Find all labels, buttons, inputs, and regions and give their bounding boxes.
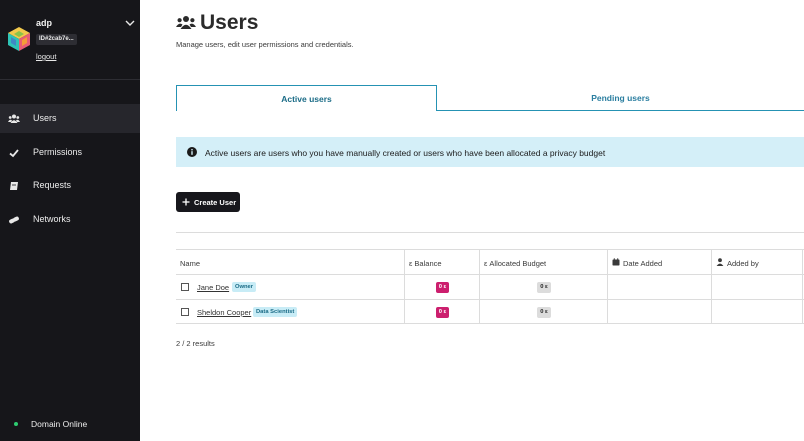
- table-header-row: Name ε Balance ε Allocated Budget Date A…: [176, 249, 804, 274]
- check-icon: [9, 149, 19, 158]
- tab-active-users[interactable]: Active users: [176, 85, 437, 111]
- header-balance[interactable]: ε Balance: [409, 259, 442, 268]
- row-checkbox[interactable]: [181, 283, 189, 291]
- domain-name: adp: [36, 18, 53, 28]
- user-icon: [716, 258, 724, 266]
- row-checkbox[interactable]: [181, 308, 189, 316]
- role-badge: Owner: [232, 282, 257, 292]
- status-dot-icon: [14, 422, 18, 426]
- plus-icon: [182, 198, 190, 206]
- page-subtitle: Manage users, edit user permissions and …: [176, 40, 354, 49]
- user-name-link[interactable]: Sheldon Cooper: [197, 308, 251, 317]
- sidebar-item-label: Requests: [33, 180, 72, 190]
- requests-icon: [10, 182, 18, 190]
- header-added-by[interactable]: Added by: [727, 259, 759, 268]
- sidebar-item-label: Networks: [33, 214, 71, 224]
- info-icon: [187, 147, 197, 157]
- header-allocated-budget[interactable]: ε Allocated Budget: [484, 259, 546, 268]
- sidebar: adp ID#2cab7e... logout Users Permission…: [0, 0, 140, 441]
- create-user-label: Create User: [194, 198, 237, 207]
- header-name[interactable]: Name: [180, 259, 200, 268]
- date-added-cell: [607, 275, 711, 299]
- balance-pill: 0 ε: [436, 282, 449, 293]
- results-count: 2 / 2 results: [176, 339, 215, 348]
- added-by-cell: [711, 275, 803, 299]
- header-date-added[interactable]: Date Added: [623, 259, 662, 268]
- balance-pill: 0 ε: [436, 307, 449, 318]
- logout-link[interactable]: logout: [36, 52, 56, 61]
- users-icon: [8, 114, 20, 123]
- calendar-icon: [612, 258, 620, 266]
- table-row: Jane Doe Owner 0 ε 0 ε: [176, 274, 804, 299]
- sidebar-item-label: Users: [33, 113, 57, 123]
- users-table: Name ε Balance ε Allocated Budget Date A…: [176, 249, 804, 324]
- allocated-budget-pill: 0 ε: [537, 307, 551, 318]
- page-title: Users: [200, 11, 259, 34]
- status-label: Domain Online: [31, 419, 88, 429]
- table-row: Sheldon Cooper Data Scientist 0 ε 0 ε: [176, 299, 804, 324]
- networks-icon: [9, 216, 19, 224]
- info-banner: Active users are users who you have manu…: [176, 137, 804, 167]
- user-name-link[interactable]: Jane Doe: [197, 283, 229, 292]
- banner-text: Active users are users who you have manu…: [205, 148, 606, 158]
- domain-status: Domain Online: [0, 416, 140, 432]
- domain-switcher[interactable]: adp ID#2cab7e... logout: [0, 0, 140, 80]
- pygrid-logo-icon: [8, 27, 30, 51]
- sidebar-item-users[interactable]: Users: [0, 104, 140, 133]
- sidebar-item-requests[interactable]: Requests: [0, 171, 140, 200]
- added-by-cell: [711, 300, 803, 324]
- sidebar-item-label: Permissions: [33, 147, 83, 157]
- create-user-button[interactable]: Create User: [176, 192, 240, 212]
- tab-pending-users[interactable]: Pending users: [437, 85, 804, 111]
- date-added-cell: [607, 300, 711, 324]
- users-icon: [176, 16, 196, 29]
- divider: [176, 232, 804, 233]
- chevron-down-icon[interactable]: [124, 17, 136, 29]
- sidebar-item-networks[interactable]: Networks: [0, 205, 140, 234]
- allocated-budget-pill: 0 ε: [537, 282, 551, 293]
- domain-id-badge: ID#2cab7e...: [36, 34, 77, 45]
- sidebar-item-permissions[interactable]: Permissions: [0, 138, 140, 167]
- role-badge: Data Scientist: [253, 307, 298, 317]
